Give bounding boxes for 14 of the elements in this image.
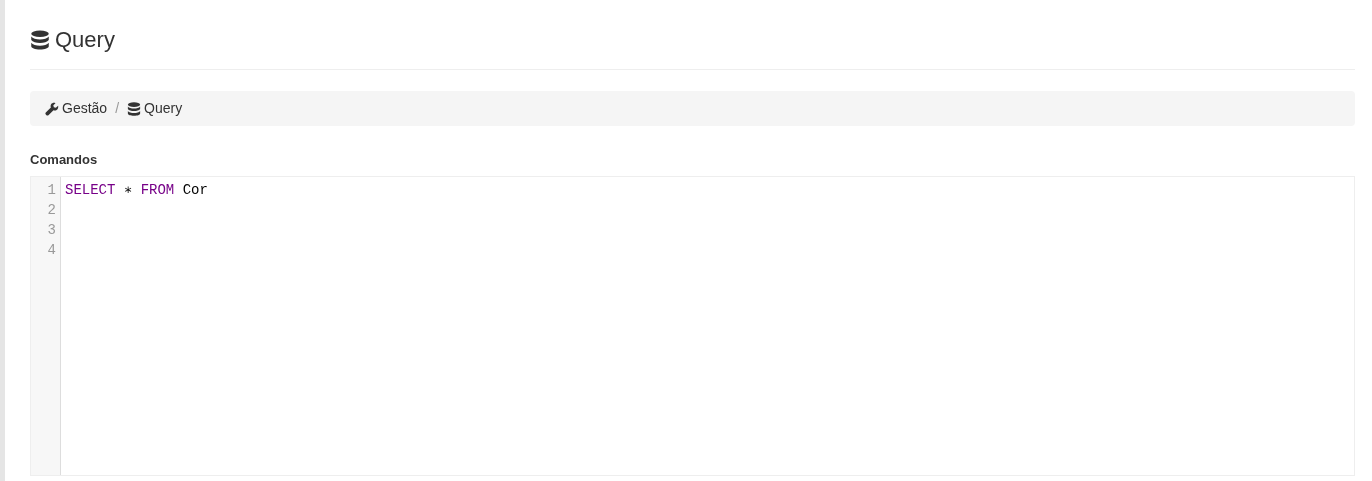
database-icon <box>127 101 142 116</box>
page-title: Query <box>55 26 115 54</box>
line-number: 3 <box>47 220 56 240</box>
wrench-icon <box>45 101 59 116</box>
field-label: Comandos <box>30 151 99 169</box>
line-number: 4 <box>47 240 56 260</box>
line-number: 1 <box>47 180 56 200</box>
breadcrumb-link[interactable]: Query <box>144 98 183 119</box>
breadcrumb-separator: / <box>114 99 121 118</box>
breadcrumb-link[interactable]: Gestão <box>62 98 108 119</box>
code-editor[interactable]: 1 2 3 4 SELECT ∗ FROM Cor <box>30 175 1355 476</box>
database-icon <box>30 30 50 50</box>
code-line: SELECT ∗ FROM Cor <box>65 181 208 198</box>
line-number: 2 <box>47 200 56 220</box>
